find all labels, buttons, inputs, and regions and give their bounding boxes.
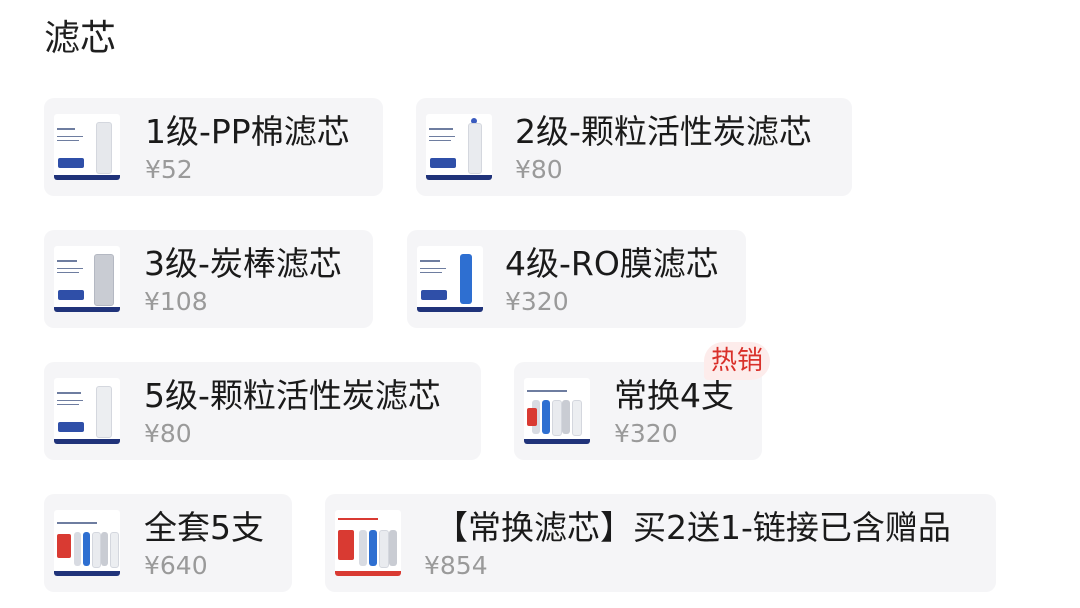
option-name: 3级-炭棒滤芯: [144, 244, 342, 283]
product-thumbnail: [54, 114, 120, 180]
option-price: ¥80: [144, 419, 192, 448]
product-thumbnail: [426, 114, 492, 180]
product-thumbnail: [335, 510, 401, 576]
hot-sale-tag: 热销: [704, 342, 771, 380]
option-price: ¥108: [144, 287, 208, 316]
option-price: ¥320: [505, 287, 569, 316]
option-price: ¥52: [145, 155, 193, 184]
option-name: 常换4支: [614, 376, 734, 415]
spec-selector-page: 滤芯 1级-PP棉滤芯 ¥52 2级-颗粒活性炭滤芯 ¥80 3级-炭棒滤芯 ¥…: [0, 0, 1080, 608]
option-name: 2级-颗粒活性炭滤芯: [515, 112, 812, 151]
option-price: ¥640: [144, 551, 208, 580]
option-card-4[interactable]: 4级-RO膜滤芯 ¥320: [407, 230, 746, 328]
product-thumbnail: [524, 378, 590, 444]
product-thumbnail: [417, 246, 483, 312]
option-card-5[interactable]: 5级-颗粒活性炭滤芯 ¥80: [44, 362, 481, 460]
section-title: 滤芯: [44, 18, 117, 59]
option-name: 4级-RO膜滤芯: [505, 244, 719, 283]
option-name: 5级-颗粒活性炭滤芯: [144, 376, 441, 415]
option-price: ¥854: [424, 551, 488, 580]
option-card-8[interactable]: 【常换滤芯】买2送1-链接已含赠品 ¥854: [325, 494, 996, 592]
product-thumbnail: [54, 378, 120, 444]
option-card-2[interactable]: 2级-颗粒活性炭滤芯 ¥80: [416, 98, 852, 196]
product-thumbnail: [54, 246, 120, 312]
option-name: 全套5支: [144, 508, 264, 547]
product-thumbnail: [54, 510, 120, 576]
option-name: 1级-PP棉滤芯: [145, 112, 350, 151]
option-card-3[interactable]: 3级-炭棒滤芯 ¥108: [44, 230, 373, 328]
option-card-1[interactable]: 1级-PP棉滤芯 ¥52: [44, 98, 383, 196]
option-price: ¥320: [614, 419, 678, 448]
option-name: 【常换滤芯】买2送1-链接已含赠品: [435, 508, 951, 547]
option-price: ¥80: [515, 155, 563, 184]
option-card-7[interactable]: 全套5支 ¥640: [44, 494, 292, 592]
